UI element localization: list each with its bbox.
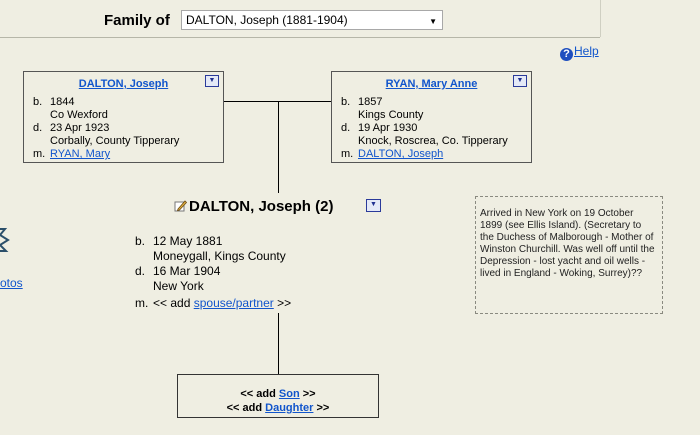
family-selector-bar: Family of DALTON, Joseph (1881-1904) ▼: [0, 0, 600, 38]
father-menu-button[interactable]: ▼: [205, 75, 219, 87]
mother-birth-place: Kings County: [358, 109, 424, 121]
add-son-link[interactable]: Son: [279, 388, 300, 400]
mother-birth-date: 1857: [358, 96, 383, 108]
father-name-link[interactable]: DALTON, Joseph: [24, 78, 223, 90]
family-select-value: DALTON, Joseph (1881-1904): [186, 13, 348, 27]
subject-death-place: New York: [153, 279, 204, 293]
subject-menu-button[interactable]: ▼: [366, 199, 381, 212]
family-select-dropdown[interactable]: DALTON, Joseph (1881-1904) ▼: [181, 10, 443, 30]
chevron-down-icon: ▼: [370, 201, 377, 208]
chevron-down-icon: ▼: [516, 77, 524, 84]
mother-death-place: Knock, Roscrea, Co. Tipperary: [358, 135, 508, 147]
add-son-row: << add Son >>: [240, 388, 316, 400]
add-spouse-link[interactable]: spouse/partner: [194, 296, 274, 310]
mother-death-date: 19 Apr 1930: [358, 122, 418, 134]
help-icon: ?: [560, 48, 573, 61]
notes-box: Arrived in New York on 19 October 1899 (…: [475, 196, 663, 314]
edit-pencil-icon[interactable]: [174, 199, 187, 212]
mother-name-link[interactable]: RYAN, Mary Anne: [332, 78, 531, 90]
subject-marriage-row: m. << add spouse/partner >>: [135, 296, 292, 310]
divider: [600, 0, 601, 37]
add-children-box: << add Son >> << add Daughter >>: [177, 374, 379, 418]
subject-heading: DALTON, Joseph (2): [174, 198, 333, 215]
father-birth-row: b. 1844: [33, 96, 75, 108]
photo-icon: [0, 228, 10, 252]
mother-card: RYAN, Mary Anne ▼ b. 1857 Kings County d.…: [331, 71, 532, 163]
subject-death-row: d. 16 Mar 1904: [135, 264, 221, 278]
mother-spouse-link[interactable]: DALTON, Joseph: [358, 148, 443, 160]
parent-to-child-line: [278, 101, 279, 193]
subject-birth-date: 12 May 1881: [153, 234, 223, 248]
help-label: Help: [574, 44, 599, 58]
add-daughter-row: << add Daughter >>: [226, 402, 330, 414]
chevron-down-icon: ▼: [429, 17, 437, 26]
mother-death-row: d. 19 Apr 1930: [341, 122, 418, 134]
subject-name: DALTON, Joseph (2): [189, 198, 334, 215]
father-death-date: 23 Apr 1923: [50, 122, 110, 134]
father-card: DALTON, Joseph ▼ b. 1844 Co Wexford d. 23 …: [23, 71, 224, 163]
father-birth-place: Co Wexford: [50, 109, 108, 121]
subject-death-date: 16 Mar 1904: [153, 264, 221, 278]
add-daughter-link[interactable]: Daughter: [265, 402, 313, 414]
mother-marriage-row: m. DALTON, Joseph: [341, 148, 444, 160]
subject-to-children-line: [278, 313, 279, 374]
family-of-label: Family of: [104, 12, 170, 29]
mother-birth-row: b. 1857: [341, 96, 383, 108]
mother-menu-button[interactable]: ▼: [513, 75, 527, 87]
father-birth-date: 1844: [50, 96, 75, 108]
subject-birth-place: Moneygall, Kings County: [153, 249, 286, 263]
help-link[interactable]: ? Help: [560, 44, 599, 61]
father-death-row: d. 23 Apr 1923: [33, 122, 110, 134]
subject-birth-row: b. 12 May 1881: [135, 234, 223, 248]
chevron-down-icon: ▼: [208, 77, 216, 84]
father-death-place: Corbally, County Tipperary: [50, 135, 180, 147]
father-spouse-link[interactable]: RYAN, Mary: [50, 148, 110, 160]
photos-link[interactable]: otos: [0, 276, 23, 290]
notes-text: Arrived in New York on 19 October 1899 (…: [480, 208, 655, 279]
father-marriage-row: m. RYAN, Mary: [33, 148, 111, 160]
